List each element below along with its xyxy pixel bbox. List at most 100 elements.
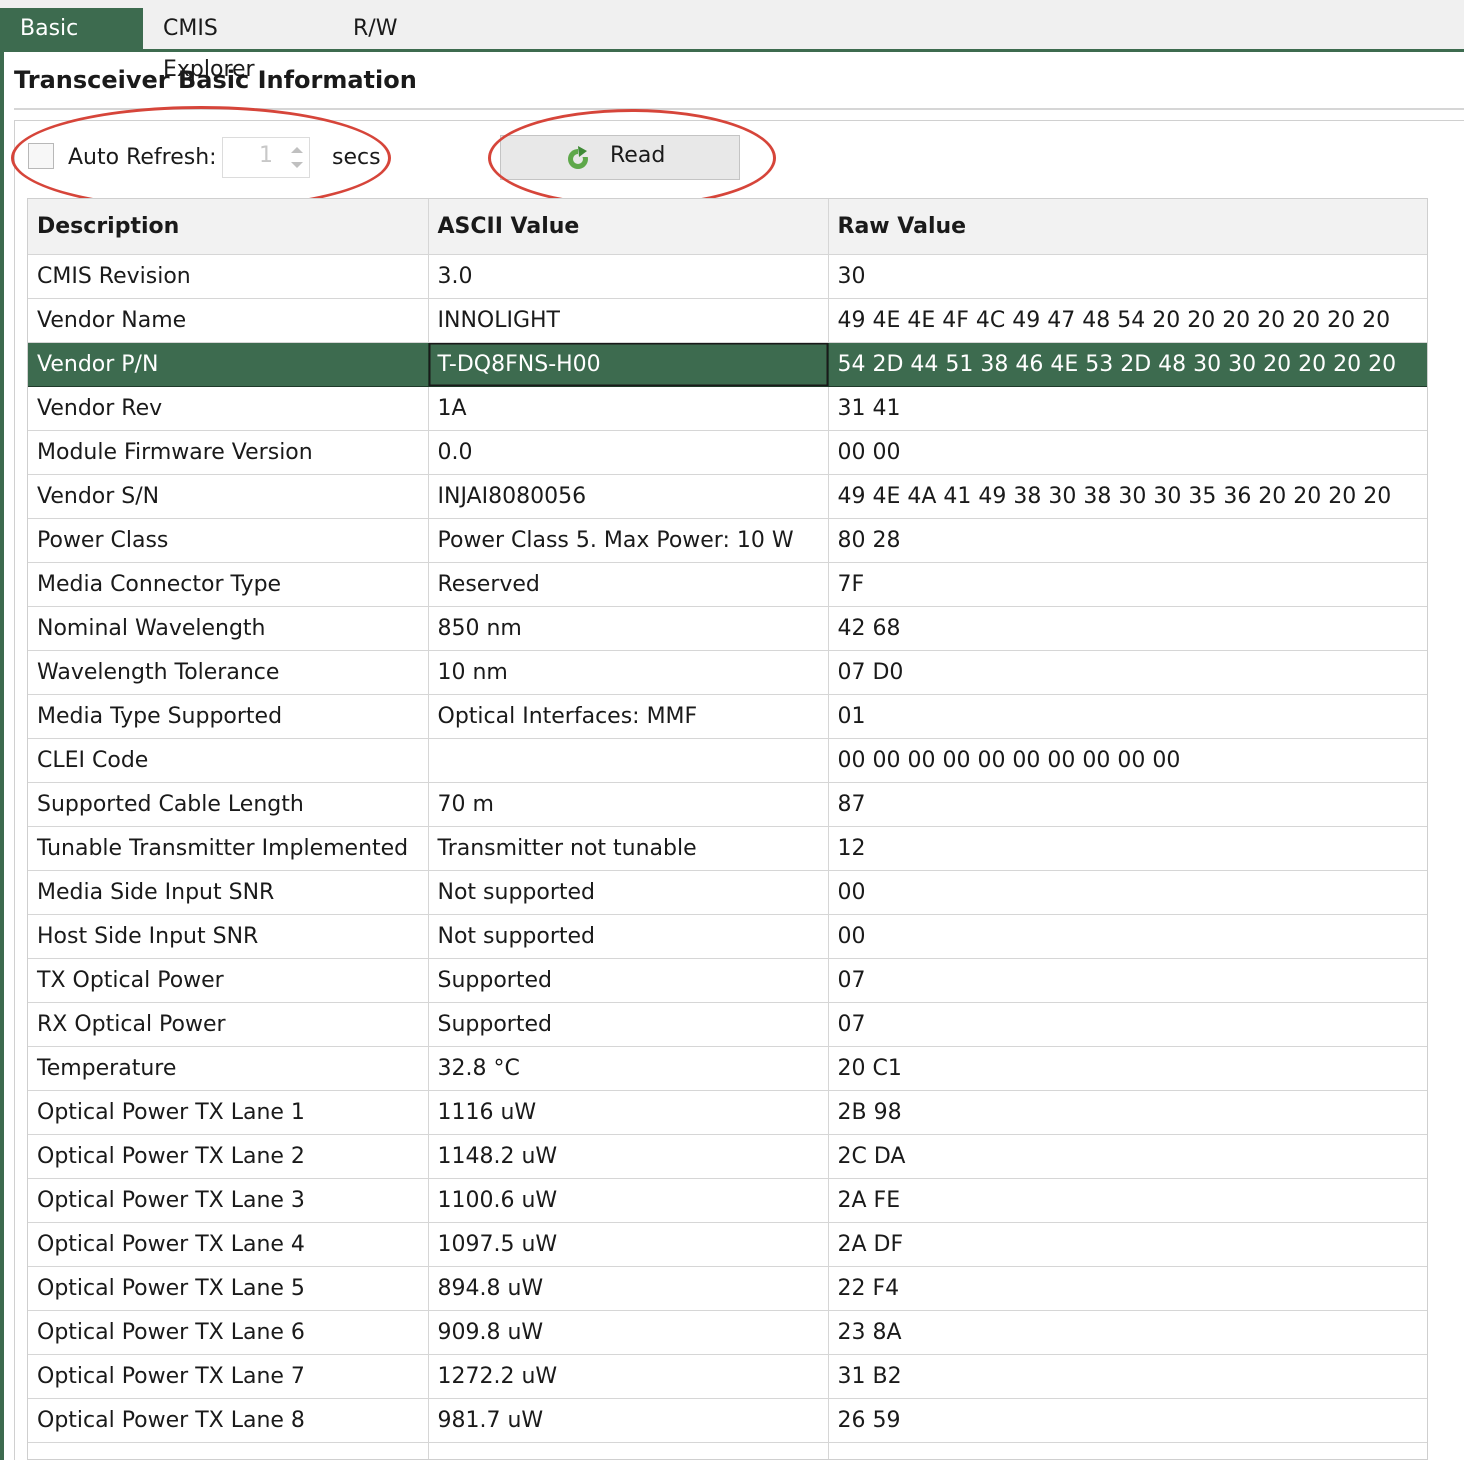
description-cell[interactable] bbox=[28, 1442, 429, 1459]
table-row[interactable]: Vendor S/N INJAI8080056 49 4E 4A 41 49 38 … bbox=[28, 474, 1427, 519]
raw-value-cell[interactable]: 54 2D 44 51 38 46 4E 53 2D 48 30 30 20 2… bbox=[828, 342, 1427, 387]
ascii-value-cell[interactable]: 909.8 uW bbox=[428, 1310, 829, 1355]
raw-value-cell[interactable]: 7F bbox=[828, 562, 1427, 607]
description-cell[interactable]: TX Optical Power bbox=[28, 958, 429, 1003]
table-row[interactable]: Media Side Input SNR Not supported 00 bbox=[28, 870, 1427, 915]
ascii-value-cell[interactable]: 70 m bbox=[428, 782, 829, 827]
description-cell[interactable]: Host Side Input SNR bbox=[28, 914, 429, 959]
raw-value-cell[interactable]: 00 bbox=[828, 870, 1427, 915]
raw-value-cell[interactable]: 00 00 00 00 00 00 00 00 00 00 bbox=[828, 738, 1427, 783]
description-cell[interactable]: Wavelength Tolerance bbox=[28, 650, 429, 695]
description-cell[interactable]: Optical Power TX Lane 4 bbox=[28, 1222, 429, 1267]
ascii-value-cell[interactable]: Not supported bbox=[428, 870, 829, 915]
ascii-value-cell[interactable]: 1097.5 uW bbox=[428, 1222, 829, 1267]
ascii-value-cell[interactable] bbox=[428, 1442, 829, 1459]
table-row[interactable]: Wavelength Tolerance 10 nm 07 D0 bbox=[28, 650, 1427, 695]
raw-value-cell[interactable]: 01 bbox=[828, 694, 1427, 739]
table-row[interactable]: Optical Power TX Lane 8 981.7 uW 26 59 bbox=[28, 1398, 1427, 1443]
table-row[interactable]: Optical Power TX Lane 2 1148.2 uW 2C DA bbox=[28, 1134, 1427, 1179]
raw-value-cell[interactable] bbox=[828, 1442, 1427, 1459]
ascii-value-cell[interactable]: 1A bbox=[428, 386, 829, 431]
description-cell[interactable]: Media Connector Type bbox=[28, 562, 429, 607]
raw-value-cell[interactable]: 22 F4 bbox=[828, 1266, 1427, 1311]
table-row[interactable]: Tunable Transmitter Implemented Transmitt… bbox=[28, 826, 1427, 871]
table-row[interactable]: Optical Power TX Lane 6 909.8 uW 23 8A bbox=[28, 1310, 1427, 1355]
column-header-description[interactable]: Description bbox=[28, 199, 429, 255]
table-row[interactable] bbox=[28, 1442, 1427, 1459]
ascii-value-cell[interactable]: 10 nm bbox=[428, 650, 829, 695]
table-row[interactable]: Module Firmware Version 0.0 00 00 bbox=[28, 430, 1427, 475]
ascii-value-cell[interactable]: T-DQ8FNS-H00 bbox=[428, 342, 829, 387]
table-row[interactable]: CMIS Revision 3.0 30 bbox=[28, 254, 1427, 299]
raw-value-cell[interactable]: 07 D0 bbox=[828, 650, 1427, 695]
description-cell[interactable]: Optical Power TX Lane 7 bbox=[28, 1354, 429, 1399]
ascii-value-cell[interactable]: 981.7 uW bbox=[428, 1398, 829, 1443]
table-row[interactable]: Host Side Input SNR Not supported 00 bbox=[28, 914, 1427, 959]
raw-value-cell[interactable]: 42 68 bbox=[828, 606, 1427, 651]
raw-value-cell[interactable]: 26 59 bbox=[828, 1398, 1427, 1443]
ascii-value-cell[interactable]: Power Class 5. Max Power: 10 W bbox=[428, 518, 829, 563]
ascii-value-cell[interactable]: Supported bbox=[428, 958, 829, 1003]
spin-down-icon[interactable] bbox=[291, 162, 303, 168]
ascii-value-cell[interactable]: Transmitter not tunable bbox=[428, 826, 829, 871]
table-row[interactable]: Optical Power TX Lane 5 894.8 uW 22 F4 bbox=[28, 1266, 1427, 1311]
ascii-value-cell[interactable]: 1100.6 uW bbox=[428, 1178, 829, 1223]
read-button[interactable]: Read bbox=[500, 135, 740, 180]
description-cell[interactable]: Temperature bbox=[28, 1046, 429, 1091]
description-cell[interactable]: Vendor Name bbox=[28, 298, 429, 343]
description-cell[interactable]: Optical Power TX Lane 2 bbox=[28, 1134, 429, 1179]
description-cell[interactable]: Optical Power TX Lane 5 bbox=[28, 1266, 429, 1311]
raw-value-cell[interactable]: 00 bbox=[828, 914, 1427, 959]
raw-value-cell[interactable]: 80 28 bbox=[828, 518, 1427, 563]
raw-value-cell[interactable]: 23 8A bbox=[828, 1310, 1427, 1355]
description-cell[interactable]: RX Optical Power bbox=[28, 1002, 429, 1047]
description-cell[interactable]: Supported Cable Length bbox=[28, 782, 429, 827]
description-cell[interactable]: Optical Power TX Lane 1 bbox=[28, 1090, 429, 1135]
ascii-value-cell[interactable]: 1272.2 uW bbox=[428, 1354, 829, 1399]
table-row[interactable]: TX Optical Power Supported 07 bbox=[28, 958, 1427, 1003]
description-cell[interactable]: Power Class bbox=[28, 518, 429, 563]
table-row[interactable]: Vendor P/N T-DQ8FNS-H00 54 2D 44 51 38 46 … bbox=[28, 342, 1427, 387]
table-row[interactable]: Vendor Name INNOLIGHT 49 4E 4E 4F 4C 49 47… bbox=[28, 298, 1427, 343]
raw-value-cell[interactable]: 2C DA bbox=[828, 1134, 1427, 1179]
raw-value-cell[interactable]: 07 bbox=[828, 1002, 1427, 1047]
ascii-value-cell[interactable]: 0.0 bbox=[428, 430, 829, 475]
description-cell[interactable]: Optical Power TX Lane 3 bbox=[28, 1178, 429, 1223]
ascii-value-cell[interactable]: Reserved bbox=[428, 562, 829, 607]
ascii-value-cell[interactable]: 32.8 °C bbox=[428, 1046, 829, 1091]
description-cell[interactable]: Module Firmware Version bbox=[28, 430, 429, 475]
raw-value-cell[interactable]: 31 B2 bbox=[828, 1354, 1427, 1399]
table-row[interactable]: Media Connector Type Reserved 7F bbox=[28, 562, 1427, 607]
table-row[interactable]: RX Optical Power Supported 07 bbox=[28, 1002, 1427, 1047]
tab-rw[interactable]: R/W bbox=[333, 8, 423, 49]
ascii-value-cell[interactable]: INNOLIGHT bbox=[428, 298, 829, 343]
raw-value-cell[interactable]: 00 00 bbox=[828, 430, 1427, 475]
table-row[interactable]: Optical Power TX Lane 4 1097.5 uW 2A DF bbox=[28, 1222, 1427, 1267]
description-cell[interactable]: CMIS Revision bbox=[28, 254, 429, 299]
ascii-value-cell[interactable]: 894.8 uW bbox=[428, 1266, 829, 1311]
ascii-value-cell[interactable] bbox=[428, 738, 829, 783]
ascii-value-cell[interactable]: 850 nm bbox=[428, 606, 829, 651]
table-row[interactable]: Optical Power TX Lane 1 1116 uW 2B 98 bbox=[28, 1090, 1427, 1135]
refresh-interval-spinner[interactable]: 1 bbox=[222, 137, 310, 178]
raw-value-cell[interactable]: 2B 98 bbox=[828, 1090, 1427, 1135]
description-cell[interactable]: Tunable Transmitter Implemented bbox=[28, 826, 429, 871]
description-cell[interactable]: Optical Power TX Lane 6 bbox=[28, 1310, 429, 1355]
table-row[interactable]: Nominal Wavelength 850 nm 42 68 bbox=[28, 606, 1427, 651]
column-header-raw-value[interactable]: Raw Value bbox=[828, 199, 1427, 255]
raw-value-cell[interactable]: 07 bbox=[828, 958, 1427, 1003]
description-cell[interactable]: Media Side Input SNR bbox=[28, 870, 429, 915]
table-row[interactable]: Optical Power TX Lane 7 1272.2 uW 31 B2 bbox=[28, 1354, 1427, 1399]
column-header-ascii-value[interactable]: ASCII Value bbox=[428, 199, 829, 255]
raw-value-cell[interactable]: 2A DF bbox=[828, 1222, 1427, 1267]
table-row[interactable]: Media Type Supported Optical Interfaces: … bbox=[28, 694, 1427, 739]
tab-cmis-explorer[interactable]: CMIS Explorer bbox=[143, 8, 333, 82]
description-cell[interactable]: CLEI Code bbox=[28, 738, 429, 783]
table-row[interactable]: Optical Power TX Lane 3 1100.6 uW 2A FE bbox=[28, 1178, 1427, 1223]
ascii-value-cell[interactable]: INJAI8080056 bbox=[428, 474, 829, 519]
raw-value-cell[interactable]: 12 bbox=[828, 826, 1427, 871]
raw-value-cell[interactable]: 87 bbox=[828, 782, 1427, 827]
raw-value-cell[interactable]: 49 4E 4E 4F 4C 49 47 48 54 20 20 20 20 2… bbox=[828, 298, 1427, 343]
ascii-value-cell[interactable]: 3.0 bbox=[428, 254, 829, 299]
raw-value-cell[interactable]: 30 bbox=[828, 254, 1427, 299]
